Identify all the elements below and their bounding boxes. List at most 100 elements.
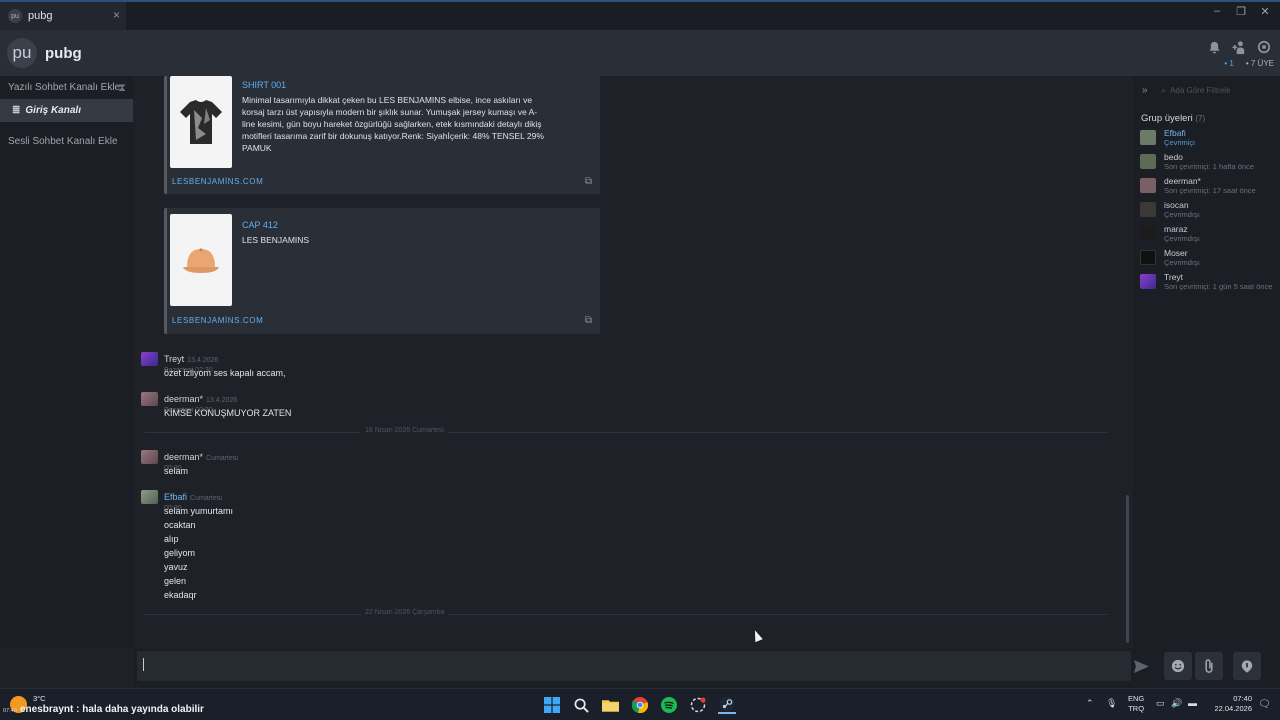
avatar[interactable] xyxy=(1140,130,1156,145)
avatar[interactable] xyxy=(1140,154,1156,169)
window-tab[interactable]: pu pubg × xyxy=(0,2,126,30)
member-name: bedo xyxy=(1164,152,1183,162)
attach-button[interactable] xyxy=(1195,652,1223,680)
member-status: Son çevrimiçi: 17 saat önce xyxy=(1164,186,1256,195)
chat-log: SHIRT 001 Minimal tasarımıyla dikkat çek… xyxy=(133,76,1133,648)
members-heading: Grup üyeleri (7) xyxy=(1141,113,1205,124)
os-taskbar: 3°C 07:40 enesbraynt : hala daha yayında… xyxy=(0,688,1280,720)
copy-link-icon[interactable]: ⧉ xyxy=(585,176,592,187)
member-item[interactable]: deerman* Son çevrimiçi: 17 saat önce xyxy=(1140,176,1280,196)
chat-scrollbar[interactable] xyxy=(1126,495,1129,643)
members-panel: » ⌕ Ada Göre Filtrele Grup üyeleri (7) E… xyxy=(1133,76,1280,648)
embed-title[interactable]: CAP 412 xyxy=(242,220,278,230)
group-avatar[interactable]: pu xyxy=(7,38,37,68)
avatar[interactable] xyxy=(1140,250,1156,265)
member-item[interactable]: maraz Çevrimdışı xyxy=(1140,224,1280,244)
avatar[interactable] xyxy=(1140,202,1156,217)
message-text: özet izliyom ses kapalı accam, xyxy=(164,368,286,378)
mini-clock: 07:40 xyxy=(3,708,17,714)
embed-site[interactable]: LESBENJAMİNS.COM xyxy=(172,316,263,325)
group-header: pu pubg • 1 • 7 ÜYE xyxy=(0,30,1280,76)
weather-temp[interactable]: 3°C xyxy=(33,694,46,703)
add-text-channel-label: Yazılı Sohbet Kanalı Ekle xyxy=(8,82,121,93)
copy-link-icon[interactable]: ⧉ xyxy=(585,315,592,326)
author-name[interactable]: deerman* xyxy=(164,394,203,404)
member-status: Çevrimiçi xyxy=(1164,138,1195,147)
cap-thumbnail[interactable] xyxy=(170,214,232,306)
collapse-panel-icon[interactable]: » xyxy=(1142,85,1148,96)
member-name: Moser xyxy=(1164,248,1188,258)
link-embed: CAP 412 LES BENJAMINS LESBENJAMİNS.COM ⧉ xyxy=(164,208,600,334)
avatar[interactable] xyxy=(141,352,158,366)
member-status: Son çevrimiçi: 1 hafta önce xyxy=(1164,162,1255,171)
date-divider: 22 Nisan 2026 Çarşamba xyxy=(145,609,1108,619)
settings-icon[interactable] xyxy=(1256,39,1272,55)
message-text: KİMSE KONUŞMUYOR ZATEN xyxy=(164,408,292,418)
invite-friend-icon[interactable] xyxy=(1231,39,1247,55)
message-text: ocaktan xyxy=(164,520,196,530)
avatar[interactable] xyxy=(1140,226,1156,241)
members-heading-label: Grup üyeleri xyxy=(1141,113,1193,124)
chrome-icon[interactable] xyxy=(631,696,649,714)
notification-icon[interactable]: 🗨 xyxy=(1258,699,1271,710)
member-item[interactable]: Efbafi Çevrimiçi xyxy=(1140,128,1280,148)
steam-icon[interactable] xyxy=(718,696,736,714)
add-voice-channel-button[interactable]: Sesli Sohbet Kanalı Ekle xyxy=(0,136,133,147)
member-item[interactable]: isocan Çevrimdışı xyxy=(1140,200,1280,220)
microphone-icon[interactable]: 🎙 xyxy=(1106,698,1117,709)
spotify-icon[interactable] xyxy=(660,696,678,714)
member-filter-input[interactable]: ⌕ Ada Göre Filtrele xyxy=(1161,82,1275,98)
author-name[interactable]: Treyt xyxy=(164,354,184,364)
app-icon[interactable] xyxy=(689,696,707,714)
author-name[interactable]: Efbafi xyxy=(164,492,187,502)
text-channel-icon: ≣ xyxy=(12,105,21,116)
chevron-up-icon[interactable]: ⌃ xyxy=(1086,698,1094,709)
tab-close-icon[interactable]: × xyxy=(113,8,120,22)
member-item[interactable]: bedo Son çevrimiçi: 1 hafta önce xyxy=(1140,152,1280,172)
voice-message-button[interactable] xyxy=(1233,652,1261,680)
avatar[interactable] xyxy=(141,450,158,464)
restore-icon[interactable]: ❐ xyxy=(1234,5,1248,18)
author-name[interactable]: deerman* xyxy=(164,452,203,462)
volume-icon[interactable]: 🔊 xyxy=(1171,698,1182,709)
avatar[interactable] xyxy=(1140,178,1156,193)
message-text: selam yumurtamı xyxy=(164,506,234,516)
battery-icon[interactable]: ▬ xyxy=(1188,698,1197,708)
start-icon[interactable] xyxy=(543,696,561,714)
divider-label: 22 Nisan 2026 Çarşamba xyxy=(361,609,449,616)
language-code: ENG xyxy=(1128,694,1145,703)
online-count: • 1 xyxy=(1224,59,1234,68)
message-input[interactable] xyxy=(137,651,1131,681)
member-item[interactable]: Treyt Son çevrimiçi: 1 gün 5 saat önce xyxy=(1140,272,1280,292)
avatar[interactable] xyxy=(141,392,158,406)
embed-title[interactable]: SHIRT 001 xyxy=(242,80,286,90)
channel-item-giris[interactable]: ≣ Giriş Kanalı xyxy=(0,99,133,122)
language-indicator[interactable]: ENG TRQ xyxy=(1128,694,1144,714)
group-name[interactable]: pubg xyxy=(45,45,82,62)
window-controls: – ❐ ✕ xyxy=(1210,5,1272,18)
system-clock[interactable]: 07:40 22.04.2026 xyxy=(1212,694,1252,714)
message-text: yavuz xyxy=(164,562,188,572)
avatar[interactable] xyxy=(1140,274,1156,289)
text-caret xyxy=(143,658,144,671)
shirt-thumbnail[interactable] xyxy=(170,76,232,168)
file-explorer-icon[interactable] xyxy=(601,696,619,714)
search-icon: ⌕ xyxy=(1161,84,1167,95)
add-text-channel-button[interactable]: Yazılı Sohbet Kanalı Ekle ⧗ xyxy=(0,82,133,98)
emoticon-button[interactable] xyxy=(1164,652,1192,680)
embed-description: Minimal tasarımıyla dikkat çeken bu LES … xyxy=(242,95,544,153)
bell-icon[interactable] xyxy=(1206,39,1222,55)
send-button[interactable] xyxy=(1127,652,1155,680)
minimize-icon[interactable]: – xyxy=(1210,5,1224,18)
network-icon[interactable]: ▭ xyxy=(1156,698,1165,709)
hourglass-icon[interactable]: ⧗ xyxy=(118,82,126,95)
overlay-message: enesbraynt : hala daha yayında olabilir xyxy=(20,704,204,715)
embed-site[interactable]: LESBENJAMİNS.COM xyxy=(172,177,263,186)
search-icon[interactable] xyxy=(572,696,590,714)
date-divider: 18 Nisan 2026 Cumartesi xyxy=(145,427,1108,437)
tab-group-icon: pu xyxy=(8,9,22,23)
filter-placeholder: Ada Göre Filtrele xyxy=(1170,85,1231,95)
close-icon[interactable]: ✕ xyxy=(1258,5,1272,18)
member-item[interactable]: Moser Çevrimdışı xyxy=(1140,248,1280,268)
avatar[interactable] xyxy=(141,490,158,504)
